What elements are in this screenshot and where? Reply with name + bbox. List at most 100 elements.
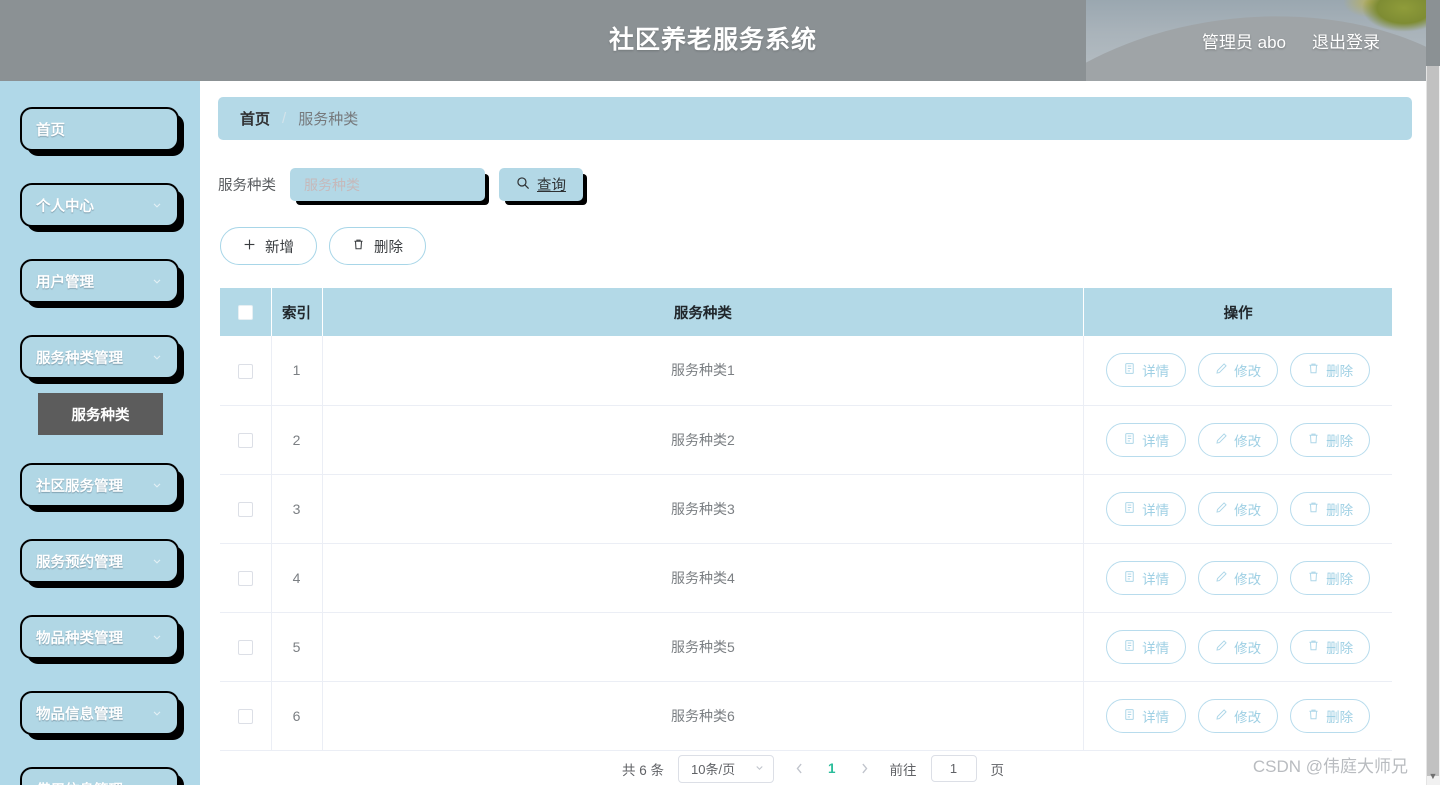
table-row: 6 服务种类6 详情 修改 删除: [220, 681, 1392, 751]
row-checkbox[interactable]: [237, 639, 253, 655]
sidebar-item-7[interactable]: 物品信息管理: [20, 691, 179, 735]
row-edit-button[interactable]: 修改: [1198, 698, 1279, 733]
column-header-operations: 操作: [1083, 288, 1392, 336]
row-edit-button[interactable]: 修改: [1198, 629, 1279, 664]
add-button[interactable]: 新增: [220, 227, 317, 265]
row-select-cell: [220, 681, 272, 751]
column-header-type: 服务种类: [322, 288, 1085, 336]
sidebar-item-label: 服务预约管理: [36, 554, 123, 571]
row-detail-button[interactable]: 详情: [1106, 422, 1187, 457]
trash-icon: [1307, 501, 1320, 517]
chevron-down-icon: [151, 199, 163, 211]
sidebar-item-4[interactable]: 社区服务管理: [20, 463, 179, 507]
page-scrollbar-thumb[interactable]: [1427, 66, 1439, 776]
sidebar-item-label: 服务种类管理: [36, 350, 123, 367]
sidebar-item-2[interactable]: 用户管理: [20, 259, 179, 303]
row-checkbox[interactable]: [237, 501, 253, 517]
column-header-index: 索引: [271, 288, 323, 336]
data-table: 索引 服务种类 操作 1 服务种类1 详情 修改 删除 2 服务种类2 详情 修改 删除 3 服务种类…: [220, 288, 1392, 751]
jump-page-input[interactable]: [930, 755, 977, 782]
row-delete-button[interactable]: 删除: [1290, 560, 1371, 595]
row-edit-button[interactable]: 修改: [1198, 560, 1279, 595]
row-checkbox[interactable]: [237, 708, 253, 724]
logout-button[interactable]: 退出登录: [1312, 28, 1380, 53]
row-checkbox[interactable]: [237, 570, 253, 586]
row-operations-cell: 详情 修改 删除: [1083, 405, 1392, 475]
row-detail-label: 详情: [1142, 364, 1170, 380]
chevron-down-icon: [151, 479, 163, 491]
row-delete-label: 删除: [1326, 709, 1354, 725]
breadcrumb-separator: /: [282, 110, 287, 127]
row-edit-button[interactable]: 修改: [1198, 491, 1279, 526]
page-size-select[interactable]: 10条/页: [678, 754, 774, 783]
row-delete-button[interactable]: 删除: [1290, 698, 1371, 733]
scrollbar-down-arrow[interactable]: ▼: [1427, 769, 1439, 783]
row-edit-label: 修改: [1234, 433, 1262, 449]
row-detail-button[interactable]: 详情: [1106, 560, 1187, 595]
row-delete-button[interactable]: 删除: [1290, 491, 1371, 526]
page-number-1[interactable]: 1: [824, 761, 840, 776]
pencil-icon: [1215, 570, 1228, 586]
pencil-icon: [1215, 501, 1228, 517]
batch-delete-button-label: 删除: [374, 239, 403, 256]
row-delete-button[interactable]: 删除: [1290, 353, 1371, 388]
row-type-cell: 服务种类6: [322, 681, 1085, 751]
row-delete-label: 删除: [1326, 364, 1354, 380]
document-icon: [1123, 639, 1136, 655]
sidebar-item-5[interactable]: 服务预约管理: [20, 539, 179, 583]
table-row: 3 服务种类3 详情 修改 删除: [220, 474, 1392, 544]
sidebar-subitem-active[interactable]: 服务种类: [38, 393, 163, 435]
sidebar-item-6[interactable]: 物品种类管理: [20, 615, 179, 659]
pagination: 共 6 条 10条/页 1 前往 页: [200, 752, 1426, 785]
row-select-cell: [220, 474, 272, 544]
sidebar-item-label: 首页: [36, 122, 65, 139]
row-delete-button[interactable]: 删除: [1290, 422, 1371, 457]
search-bar: 服务种类 查询: [218, 168, 1426, 201]
trash-icon: [1307, 570, 1320, 586]
row-checkbox[interactable]: [237, 363, 253, 379]
search-button[interactable]: 查询: [499, 168, 583, 201]
sidebar-item-8[interactable]: 借用信息管理: [20, 767, 179, 785]
row-edit-button[interactable]: 修改: [1198, 422, 1279, 457]
document-icon: [1123, 432, 1136, 448]
row-type-cell: 服务种类2: [322, 405, 1085, 475]
header-user-area: 管理员 abo 退出登录: [1202, 0, 1380, 81]
pencil-icon: [1215, 708, 1228, 724]
row-index-cell: 1: [271, 336, 323, 406]
row-operations-cell: 详情 修改 删除: [1083, 612, 1392, 682]
sidebar-item-label: 物品种类管理: [36, 630, 123, 647]
sidebar-item-3[interactable]: 服务种类管理: [20, 335, 179, 379]
chevron-down-icon: [151, 555, 163, 567]
breadcrumb-home[interactable]: 首页: [240, 108, 270, 129]
sidebar-item-0[interactable]: 首页: [20, 107, 179, 151]
row-detail-button[interactable]: 详情: [1106, 698, 1187, 733]
next-page-button[interactable]: [854, 758, 876, 780]
jump-prefix-label: 前往: [889, 762, 917, 778]
prev-page-button[interactable]: [788, 758, 810, 780]
sidebar-item-1[interactable]: 个人中心: [20, 183, 179, 227]
select-all-checkbox[interactable]: [237, 304, 253, 320]
chevron-down-icon: [754, 761, 765, 776]
row-detail-label: 详情: [1142, 502, 1170, 518]
row-type-cell: 服务种类3: [322, 474, 1085, 544]
data-table-wrapper: 索引 服务种类 操作 1 服务种类1 详情 修改 删除 2 服务种类2 详情 修改 删除 3 服务种类…: [220, 288, 1392, 751]
row-detail-label: 详情: [1142, 433, 1170, 449]
row-detail-button[interactable]: 详情: [1106, 629, 1187, 664]
table-head: 索引 服务种类 操作: [220, 288, 1392, 336]
batch-delete-button[interactable]: 删除: [329, 227, 426, 265]
chevron-down-icon: [151, 631, 163, 643]
breadcrumb-current: 服务种类: [298, 111, 359, 128]
row-edit-button[interactable]: 修改: [1198, 353, 1279, 388]
current-user-label: 管理员 abo: [1201, 33, 1286, 52]
row-operations-cell: 详情 修改 删除: [1083, 336, 1392, 406]
row-detail-button[interactable]: 详情: [1106, 353, 1187, 388]
row-type-cell: 服务种类1: [322, 336, 1085, 406]
sidebar-item-label: 社区服务管理: [36, 478, 123, 495]
search-input[interactable]: [290, 168, 485, 201]
search-button-label: 查询: [537, 178, 566, 194]
scrollbar-top-cap: [1426, 0, 1440, 66]
row-detail-button[interactable]: 详情: [1106, 491, 1187, 526]
row-checkbox[interactable]: [237, 432, 253, 448]
document-icon: [1123, 708, 1136, 724]
row-delete-button[interactable]: 删除: [1290, 629, 1371, 664]
